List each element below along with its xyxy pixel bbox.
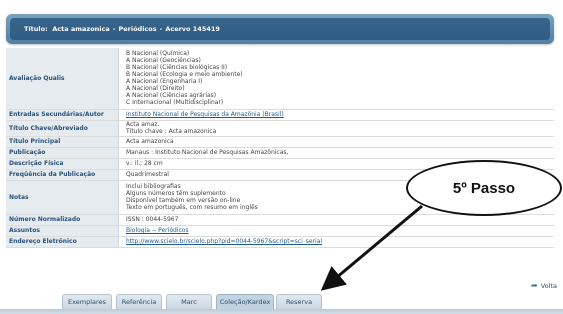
field-value: Acta amaz. Título chave : Acta amazonica	[118, 120, 554, 137]
record-row: Avaliação Qualis B Nacional (Química) A Na…	[6, 48, 554, 110]
field-value: http://www.scielo.br/scielo.php?pid=0044…	[118, 236, 554, 248]
tab-content-bar	[0, 309, 563, 314]
tab-referencia[interactable]: Referência	[116, 294, 162, 309]
field-value: Instituto Nacional de Pesquisas da Amazô…	[118, 109, 554, 121]
record-row: Endereço Eletrônico http://www.scielo.br/…	[6, 236, 554, 248]
step-callout: 5º Passo	[406, 160, 562, 216]
title-separator: -	[159, 25, 163, 33]
field-value-line: A Nacional (Engenharia I)	[126, 78, 203, 86]
field-value-line: Manaus : Instituto Nacional de Pesquisas…	[126, 149, 289, 156]
record-title-text: Título: Acta amazonica - Periódicos - Ac…	[10, 18, 550, 40]
field-value: Manaus : Instituto Nacional de Pesquisas…	[118, 147, 554, 159]
field-value: B Nacional (Química) A Nacional (Geociênc…	[118, 48, 554, 110]
field-value-line: A Nacional (Geociências)	[126, 57, 201, 65]
record-row: Publicação Manaus : Instituto Nacional de…	[6, 147, 554, 159]
tab-exemplares[interactable]: Exemplares	[62, 294, 112, 309]
voltar-label: Volta	[540, 281, 557, 290]
field-value-line: A Nacional (Direito)	[126, 85, 185, 93]
record-row: Entradas Secundárias/Autor Instituto Naci…	[6, 109, 554, 121]
tab-label: Marc	[181, 298, 197, 306]
field-value: Acta amazonica	[118, 136, 554, 148]
title-value: Acta amazonica	[52, 25, 110, 33]
tab-colecao-kardex[interactable]: Coleção/Kardex	[216, 294, 274, 309]
catalog-record-page: Título: Acta amazonica - Periódicos - Ac…	[0, 0, 563, 314]
tab-label: Reserva	[285, 298, 313, 306]
tab-marc[interactable]: Marc	[166, 294, 212, 309]
field-value-line: C Internacional (Multidisciplinar)	[126, 99, 224, 107]
field-value-line: Acta amaz.	[126, 121, 160, 128]
field-value-link[interactable]: http://www.scielo.br/scielo.php?pid=0044…	[126, 238, 551, 245]
tab-label: Coleção/Kardex	[219, 298, 271, 306]
field-label: Número Normalizado	[6, 214, 119, 226]
field-label: Notas	[6, 180, 119, 215]
collection-number: Acervo 145419	[165, 25, 220, 33]
field-label: Avaliação Qualis	[6, 48, 119, 110]
voltar-link[interactable]: ➦ Volta	[531, 281, 557, 290]
tab-label: Referência	[121, 298, 157, 306]
record-title-bar: Título: Acta amazonica - Periódicos - Ac…	[6, 14, 554, 44]
field-label: Título Principal	[6, 136, 119, 148]
title-label: Título:	[24, 25, 48, 33]
callout-text: 5º Passo	[452, 179, 516, 197]
field-value-line: Título chave : Acta amazonica	[126, 128, 217, 135]
record-row: Título Chave/Abreviado Acta amaz. Título c…	[6, 120, 554, 137]
field-value-line: A Nacional (Ciências agrárias)	[126, 92, 217, 100]
back-arrow-icon: ➦	[531, 281, 538, 290]
record-details-table: Avaliação Qualis B Nacional (Química) A Na…	[6, 48, 554, 248]
field-label: Entradas Secundárias/Autor	[6, 109, 119, 121]
field-value-line: ISSN : 0044-5967	[126, 216, 179, 223]
title-separator: -	[112, 25, 116, 33]
field-value: Biologia -- Periódicos	[118, 225, 554, 237]
field-value-line: B Nacional (Química)	[126, 50, 190, 58]
field-label: Endereço Eletrônico	[6, 236, 119, 248]
field-value-line: B Nacional (Ciências biológicas II)	[126, 64, 228, 72]
field-label: Descrição Física	[6, 158, 119, 170]
tab-label: Exemplares	[68, 298, 106, 306]
field-value-line: B Nacional (Ecologia e meio ambiente)	[126, 71, 243, 79]
field-label: Freqüência da Publicação	[6, 169, 119, 181]
tab-reserva[interactable]: Reserva	[276, 294, 322, 309]
field-value-link[interactable]: Instituto Nacional de Pesquisas da Amazô…	[126, 111, 551, 118]
field-label: Assuntos	[6, 225, 119, 237]
field-label: Publicação	[6, 147, 119, 159]
record-row: Assuntos Biologia -- Periódicos	[6, 225, 554, 237]
record-type: Periódicos	[118, 25, 157, 33]
field-value-link[interactable]: Biologia -- Periódicos	[126, 227, 551, 234]
record-row: Título Principal Acta amazonica	[6, 136, 554, 148]
field-value-line: Acta amazonica	[126, 138, 174, 145]
field-label: Título Chave/Abreviado	[6, 120, 119, 137]
